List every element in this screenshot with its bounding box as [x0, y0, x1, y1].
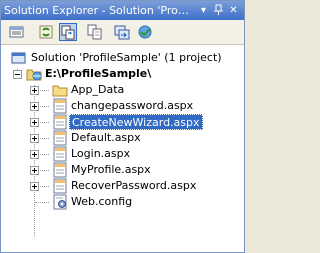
aspx-file-icon	[52, 130, 68, 146]
pin-icon[interactable]	[212, 4, 225, 17]
asp-net-configuration-icon[interactable]	[136, 23, 154, 41]
aspx-file-icon	[52, 178, 68, 194]
project-label: E:\ProfileSample\	[45, 67, 152, 80]
folder-icon	[52, 82, 68, 98]
expand-icon[interactable]	[30, 134, 39, 143]
refresh-icon[interactable]	[37, 23, 55, 41]
tree-item-label: Login.aspx	[71, 147, 131, 160]
tree-item-login[interactable]: Login.aspx	[1, 146, 244, 162]
aspx-file-icon	[52, 98, 68, 114]
expand-icon[interactable]	[30, 102, 39, 111]
tree-item-createnewwizard[interactable]: CreateNewWizard.aspx	[1, 114, 244, 130]
aspx-file-icon	[52, 162, 68, 178]
tree-item-label: MyProfile.aspx	[71, 163, 151, 176]
aspx-file-icon	[52, 114, 68, 130]
dropdown-arrow-icon[interactable]: ▾	[197, 4, 210, 17]
project-node[interactable]: E:\ProfileSample\	[1, 66, 244, 82]
expand-icon[interactable]	[30, 86, 39, 95]
nest-related-files-icon[interactable]	[59, 23, 77, 41]
tree-item-myprofile[interactable]: MyProfile.aspx	[1, 162, 244, 178]
tree-item-web-config[interactable]: Web.config	[1, 194, 244, 210]
tree-item-app-data[interactable]: App_Data	[1, 82, 244, 98]
website-project-icon	[26, 66, 42, 82]
properties-icon[interactable]	[8, 23, 26, 41]
toolbar	[1, 20, 244, 45]
copy-website-icon[interactable]	[113, 23, 131, 41]
window-title: Solution Explorer - Solution 'ProfileS..…	[4, 4, 192, 17]
solution-explorer-window: Solution Explorer - Solution 'ProfileS..…	[0, 0, 245, 253]
aspx-file-icon	[52, 146, 68, 162]
show-all-files-icon[interactable]	[86, 23, 104, 41]
tree-item-label: Default.aspx	[71, 131, 141, 144]
tree-item-recoverpassword[interactable]: RecoverPassword.aspx	[1, 178, 244, 194]
title-bar[interactable]: Solution Explorer - Solution 'ProfileS..…	[1, 1, 244, 20]
tree-item-label-selected: CreateNewWizard.aspx	[69, 114, 203, 130]
config-file-icon	[52, 194, 68, 210]
expand-icon[interactable]	[30, 118, 39, 127]
tree-item-label: App_Data	[71, 83, 125, 96]
tree-item-label: changepassword.aspx	[71, 99, 194, 112]
expand-icon[interactable]	[30, 166, 39, 175]
expand-icon[interactable]	[30, 150, 39, 159]
solution-node[interactable]: Solution 'ProfileSample' (1 project)	[1, 50, 244, 66]
expand-icon[interactable]	[30, 182, 39, 191]
tree-item-label: Web.config	[71, 195, 133, 208]
tree-item-label: RecoverPassword.aspx	[71, 179, 197, 192]
solution-tree[interactable]: Solution 'ProfileSample' (1 project) E:\…	[1, 45, 244, 252]
tree-connector	[35, 202, 49, 203]
collapse-icon[interactable]	[13, 70, 22, 79]
tree-item-default[interactable]: Default.aspx	[1, 130, 244, 146]
solution-label: Solution 'ProfileSample' (1 project)	[31, 51, 222, 64]
solution-icon	[11, 50, 27, 66]
close-icon[interactable]: ✕	[227, 4, 240, 17]
tree-item-changepassword[interactable]: changepassword.aspx	[1, 98, 244, 114]
